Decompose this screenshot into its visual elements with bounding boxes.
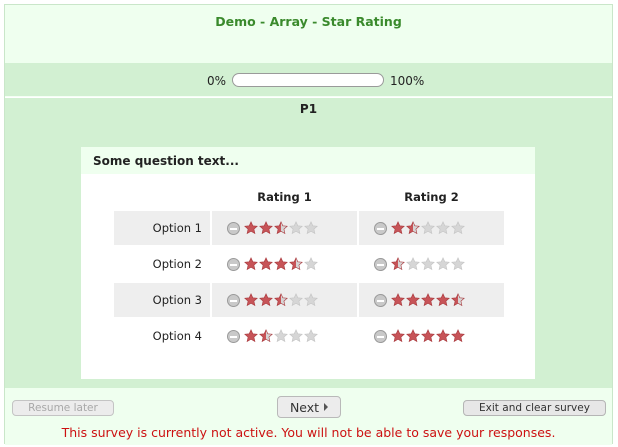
rating-cell (212, 283, 357, 317)
progress-bar (232, 73, 384, 87)
column-header: Rating 1 (257, 190, 312, 204)
group-name: P1 (299, 102, 318, 116)
survey-title: Demo - Array - Star Rating (215, 14, 402, 29)
star-icon[interactable] (259, 257, 273, 271)
progress-max-label: 100% (390, 74, 425, 88)
star-icon[interactable] (304, 329, 318, 343)
survey-header: Demo - Array - Star Rating (5, 5, 612, 63)
option-label: Option 2 (152, 257, 202, 271)
rating-cell (212, 319, 357, 353)
star-icon[interactable] (436, 257, 450, 271)
rating-cell (212, 247, 357, 281)
star-icon[interactable] (244, 221, 258, 235)
star-icon[interactable] (451, 293, 465, 307)
star-icon[interactable] (244, 329, 258, 343)
star-icon[interactable] (259, 293, 273, 307)
cancel-rating-icon[interactable] (227, 293, 240, 307)
cancel-rating-icon[interactable] (374, 293, 387, 307)
star-icon[interactable] (436, 221, 450, 235)
navigation-area: Resume later Next Exit and clear survey … (5, 388, 612, 445)
option-label: Option 3 (114, 283, 210, 317)
star-icon[interactable] (421, 329, 435, 343)
progress-min-label: 0% (207, 74, 227, 88)
star-rating-control[interactable] (227, 329, 357, 343)
star-icon[interactable] (259, 221, 273, 235)
column-header: Rating 2 (404, 190, 459, 204)
star-icon[interactable] (289, 293, 303, 307)
star-icon[interactable] (451, 257, 465, 271)
star-icon[interactable] (391, 329, 405, 343)
star-icon[interactable] (289, 329, 303, 343)
inactive-warning: This survey is currently not active. You… (61, 425, 556, 440)
star-rating-control[interactable] (227, 221, 357, 235)
table-header-row: Rating 1 Rating 2 (114, 185, 504, 209)
star-icon[interactable] (274, 221, 288, 235)
question-box: Some question text... Rating 1 Rating 2 … (81, 147, 535, 379)
resume-later-button[interactable]: Resume later (12, 400, 114, 416)
table-row: Option 1 (114, 211, 504, 245)
rating-cell (212, 211, 357, 245)
star-icon[interactable] (406, 293, 420, 307)
rating-cell (359, 283, 504, 317)
star-icon[interactable] (289, 257, 303, 271)
star-icon[interactable] (421, 221, 435, 235)
star-icon[interactable] (244, 257, 258, 271)
option-label: Option 4 (152, 329, 202, 343)
star-rating-control[interactable] (374, 293, 504, 307)
star-rating-control[interactable] (374, 329, 504, 343)
star-rating-control[interactable] (374, 221, 504, 235)
star-icon[interactable] (406, 329, 420, 343)
rating-cell (359, 319, 504, 353)
star-icon[interactable] (451, 329, 465, 343)
cancel-rating-icon[interactable] (227, 257, 240, 271)
next-button[interactable]: Next (277, 396, 341, 418)
star-icon[interactable] (289, 221, 303, 235)
question-group: P1 Some question text... Rating 1 Rating… (5, 98, 612, 388)
chevron-right-icon (324, 403, 329, 411)
star-icon[interactable] (421, 257, 435, 271)
star-icon[interactable] (391, 221, 405, 235)
cancel-rating-icon[interactable] (227, 329, 240, 343)
star-icon[interactable] (304, 257, 318, 271)
star-icon[interactable] (391, 293, 405, 307)
star-icon[interactable] (451, 221, 465, 235)
star-rating-control[interactable] (227, 257, 357, 271)
rating-cell (359, 211, 504, 245)
progress-row: 0% 100% (5, 63, 612, 97)
star-icon[interactable] (274, 257, 288, 271)
star-icon[interactable] (259, 329, 273, 343)
cancel-rating-icon[interactable] (374, 221, 387, 235)
star-rating-control[interactable] (227, 293, 357, 307)
star-icon[interactable] (244, 293, 258, 307)
table-row: Option 3 (114, 283, 504, 317)
exit-and-clear-button[interactable]: Exit and clear survey (463, 400, 606, 416)
question-text: Some question text... (81, 147, 535, 174)
star-icon[interactable] (421, 293, 435, 307)
star-rating-control[interactable] (374, 257, 504, 271)
star-icon[interactable] (436, 329, 450, 343)
table-row: Option 4 (114, 319, 504, 353)
table-row: Option 2 (114, 247, 504, 281)
star-icon[interactable] (304, 293, 318, 307)
star-icon[interactable] (304, 221, 318, 235)
star-icon[interactable] (391, 257, 405, 271)
next-button-label: Next (289, 399, 320, 415)
cancel-rating-icon[interactable] (374, 329, 387, 343)
cancel-rating-icon[interactable] (227, 221, 240, 235)
survey-frame: Demo - Array - Star Rating 0% 100% P1 So… (4, 4, 613, 445)
star-icon[interactable] (274, 293, 288, 307)
star-icon[interactable] (406, 257, 420, 271)
rating-array-table: Rating 1 Rating 2 Option 1 Option 2 Option… (112, 183, 506, 355)
header-blank (114, 185, 210, 209)
option-label: Option 1 (114, 211, 210, 245)
star-icon[interactable] (274, 329, 288, 343)
cancel-rating-icon[interactable] (374, 257, 387, 271)
rating-cell (359, 247, 504, 281)
star-icon[interactable] (436, 293, 450, 307)
star-icon[interactable] (406, 221, 420, 235)
